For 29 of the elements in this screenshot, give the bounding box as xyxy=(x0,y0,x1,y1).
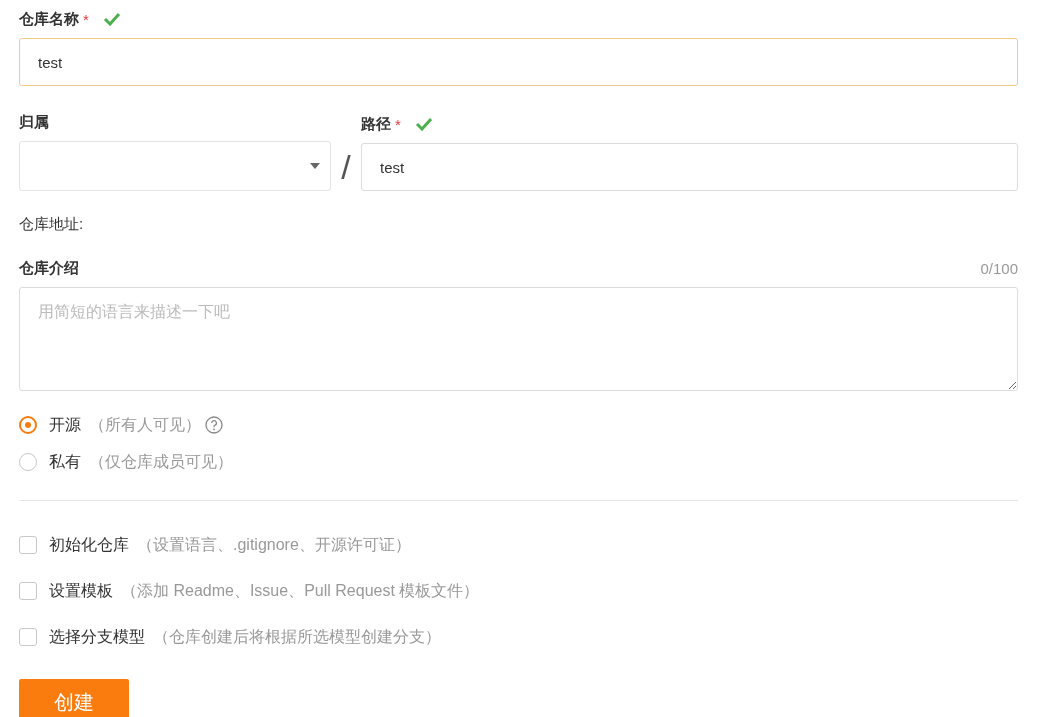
option-note: （仅仓库成员可见） xyxy=(89,451,233,472)
checkbox[interactable] xyxy=(19,536,37,554)
help-icon[interactable] xyxy=(205,416,223,434)
checkbox-label: 选择分支模型 xyxy=(49,626,145,647)
caret-icon xyxy=(310,163,320,169)
required-mark: * xyxy=(395,115,401,133)
repo-address-label: 仓库地址: xyxy=(19,215,85,234)
field-label: 归属 xyxy=(19,112,49,132)
option-note: （仓库创建后将根据所选模型创建分支） xyxy=(153,626,441,647)
radio-label: 私有 xyxy=(49,451,81,472)
text-field[interactable]: test xyxy=(361,143,1018,191)
checkbox-label: 初始化仓库 xyxy=(49,534,129,555)
field-label: 路径 xyxy=(361,114,391,134)
owner-select[interactable] xyxy=(19,141,331,191)
radio-label: 开源 xyxy=(49,414,81,435)
path-separator: / xyxy=(340,147,352,188)
option-note: （设置语言、.gitignore、开源许可证） xyxy=(137,534,411,555)
option-note: （添加 Readme、Issue、Pull Request 模板文件） xyxy=(121,580,480,601)
required-mark: * xyxy=(83,10,89,28)
checkbox[interactable] xyxy=(19,628,37,646)
text-field[interactable]: test xyxy=(19,38,1018,86)
field-label: 仓库介绍 xyxy=(19,258,79,278)
radio-button[interactable] xyxy=(19,416,37,434)
checkbox[interactable] xyxy=(19,582,37,600)
option-note: （所有人可见） xyxy=(89,414,201,435)
radio-button[interactable] xyxy=(19,453,37,471)
field-label: 仓库名称 xyxy=(19,9,79,29)
char-counter: 0/100 xyxy=(980,259,1018,277)
checkbox-label: 设置模板 xyxy=(49,580,113,601)
